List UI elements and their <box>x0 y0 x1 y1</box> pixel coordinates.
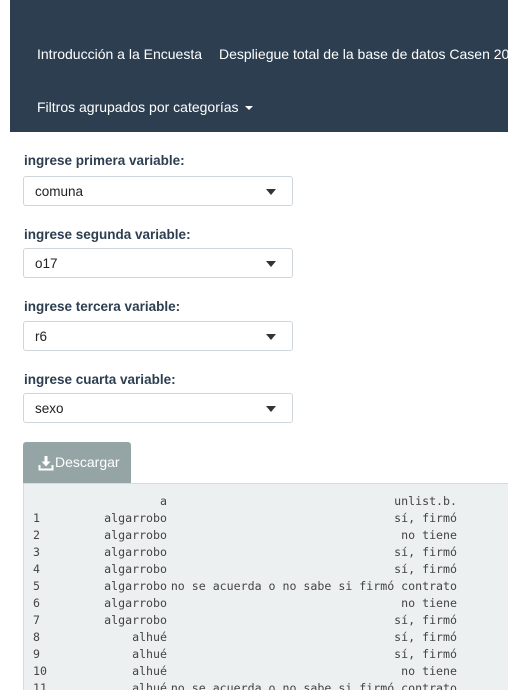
row-value-b: sí, firmó <box>394 613 457 627</box>
field-label-segunda: ingrese segunda variable: <box>24 227 191 242</box>
row-value-b: sí, firmó <box>394 511 457 525</box>
row-index: 5 <box>33 579 40 593</box>
row-value-b: sí, firmó <box>394 545 457 559</box>
chevron-down-icon <box>266 261 276 267</box>
row-index: 4 <box>33 562 40 576</box>
table-row: 1 algarrobo sí, firmó <box>24 511 508 528</box>
row-index: 1 <box>33 511 40 525</box>
table-row: 9 alhué sí, firmó <box>24 647 508 664</box>
row-index: 2 <box>33 528 40 542</box>
nav-introduccion[interactable]: Introducción a la Encuesta <box>37 46 202 62</box>
table-row: 5 algarrobo no se acuerda o no sabe si fir… <box>24 579 508 596</box>
table-row: 3 algarrobo sí, firmó <box>24 545 508 562</box>
row-value-a: alhué <box>132 630 167 644</box>
column-header-b: unlist.b. <box>394 494 457 508</box>
row-value-b: sí, firmó <box>394 562 457 576</box>
row-value-b: no tiene <box>401 664 457 678</box>
table-row: 11 alhué no se acuerda o no sabe si firmó … <box>24 681 508 690</box>
chevron-down-icon <box>266 334 276 340</box>
column-header-a: a <box>160 494 167 508</box>
field-label-cuarta: ingrese cuarta variable: <box>24 372 176 387</box>
table-row: 4 algarrobo sí, firmó <box>24 562 508 579</box>
row-value-b: no se acuerda o no sabe si firmó contrat… <box>170 681 457 690</box>
field-label-primera: ingrese primera variable: <box>24 153 185 168</box>
row-value-b: sí, firmó <box>394 647 457 661</box>
row-value-a: alhué <box>132 647 167 661</box>
output-header-row: a unlist.b. <box>24 494 508 511</box>
table-row: 8 alhué sí, firmó <box>24 630 508 647</box>
row-index: 10 <box>33 664 47 678</box>
row-value-a: algarrobo <box>104 511 167 525</box>
row-value-a: algarrobo <box>104 545 167 559</box>
row-value-b: no se acuerda o no sabe si firmó contrat… <box>170 579 457 593</box>
row-value-a: algarrobo <box>104 579 167 593</box>
row-value-a: alhué <box>132 664 167 678</box>
row-index: 3 <box>33 545 40 559</box>
navbar: Introducción a la Encuesta Despliegue to… <box>10 0 508 132</box>
table-row: 7 algarrobo sí, firmó <box>24 613 508 630</box>
select-primera-variable[interactable]: comuna <box>23 176 293 206</box>
row-value-b: no tiene <box>401 596 457 610</box>
download-button[interactable]: Descargar <box>23 442 131 483</box>
row-index: 7 <box>33 613 40 627</box>
caret-down-icon <box>244 106 253 111</box>
download-icon <box>38 456 54 471</box>
nav-filtros-dropdown[interactable]: Filtros agrupados por categorías <box>37 99 253 115</box>
chevron-down-icon <box>266 406 276 412</box>
row-index: 11 <box>33 681 47 690</box>
field-label-tercera: ingrese tercera variable: <box>24 299 181 314</box>
row-index: 8 <box>33 630 40 644</box>
data-output-panel[interactable]: a unlist.b. 1 algarrobo sí, firmó 2 algarrob… <box>23 483 508 690</box>
row-value-a: algarrobo <box>104 613 167 627</box>
select-value: comuna <box>35 184 84 199</box>
row-index: 6 <box>33 596 40 610</box>
table-row: 10 alhué no tiene <box>24 664 508 681</box>
select-cuarta-variable[interactable]: sexo <box>23 393 293 423</box>
select-tercera-variable[interactable]: r6 <box>23 321 293 351</box>
row-value-a: algarrobo <box>104 562 167 576</box>
row-value-a: algarrobo <box>104 596 167 610</box>
nav-despliegue-total[interactable]: Despliegue total de la base de datos Cas… <box>219 46 508 62</box>
select-value: o17 <box>35 256 58 271</box>
select-value: sexo <box>35 401 64 416</box>
row-index: 9 <box>33 647 40 661</box>
row-value-a: algarrobo <box>104 528 167 542</box>
select-segunda-variable[interactable]: o17 <box>23 248 293 278</box>
row-value-b: no tiene <box>401 528 457 542</box>
chevron-down-icon <box>266 189 276 195</box>
select-value: r6 <box>35 329 48 344</box>
table-row: 6 algarrobo no tiene <box>24 596 508 613</box>
row-value-b: sí, firmó <box>394 630 457 644</box>
row-value-a: alhué <box>132 681 167 690</box>
download-label: Descargar <box>55 454 120 470</box>
table-row: 2 algarrobo no tiene <box>24 528 508 545</box>
nav-filtros-label: Filtros agrupados por categorías <box>37 99 239 115</box>
